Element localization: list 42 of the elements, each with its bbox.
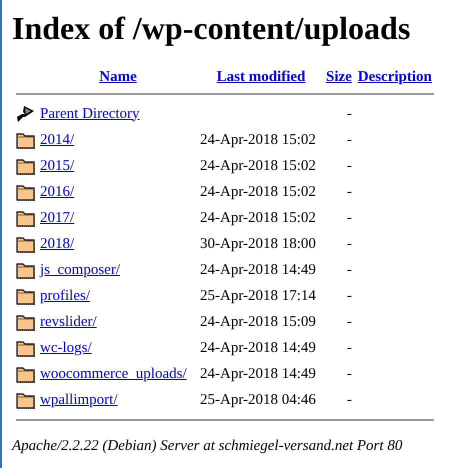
directory-link[interactable]: 2016/ [40,184,74,200]
file-size: - [346,236,352,252]
modified-date: 24-Apr-2018 15:02 [200,184,316,200]
modified-date: 25-Apr-2018 04:46 [200,392,316,408]
modified-date: 25-Apr-2018 17:14 [200,288,316,304]
modified-date: 24-Apr-2018 15:02 [200,132,316,148]
page-title: Index of /wp-content/uploads [12,10,412,46]
directory-link[interactable]: 2014/ [40,132,74,148]
file-size: - [346,366,352,382]
file-size: - [346,184,352,200]
file-size: - [346,288,352,304]
directory-link[interactable]: 2018/ [40,236,74,252]
file-size: - [346,210,352,226]
directory-link[interactable]: 2015/ [40,158,74,174]
modified-date: 24-Apr-2018 14:49 [200,340,316,356]
modified-date: 24-Apr-2018 14:49 [200,262,316,278]
file-size: - [346,340,352,356]
back-arrow-icon [16,104,36,124]
modified-date: 30-Apr-2018 18:00 [200,236,316,252]
modified-date: 24-Apr-2018 15:02 [200,158,316,174]
modified-date: 24-Apr-2018 15:09 [200,314,316,330]
directory-link[interactable]: 2017/ [40,210,74,226]
directory-link[interactable]: profiles/ [40,288,90,304]
column-sort-link[interactable]: Description [358,69,432,85]
server-signature: Apache/2.2.22 (Debian) Server at schmiegel-versand.net Port 80 [12,438,404,455]
modified-date: 24-Apr-2018 14:49 [200,366,316,382]
column-sort-link[interactable]: Size [326,69,352,85]
file-size: - [346,314,352,330]
directory-link[interactable]: Parent Directory [40,106,140,122]
directory-link[interactable]: woocommerce_uploads/ [40,366,187,382]
column-sort-link[interactable]: Last modified [216,69,306,85]
directory-link[interactable]: wpallimport/ [40,392,118,408]
file-size: - [346,262,352,278]
directory-link[interactable]: js_composer/ [40,262,120,278]
directory-link[interactable]: wc-logs/ [40,340,92,356]
column-sort-link[interactable]: Name [99,69,137,85]
modified-date: 24-Apr-2018 15:02 [200,210,316,226]
file-size: - [346,132,352,148]
file-size: - [346,106,352,122]
directory-link[interactable]: revslider/ [40,314,97,330]
file-size: - [346,158,352,174]
file-size: - [346,392,352,408]
